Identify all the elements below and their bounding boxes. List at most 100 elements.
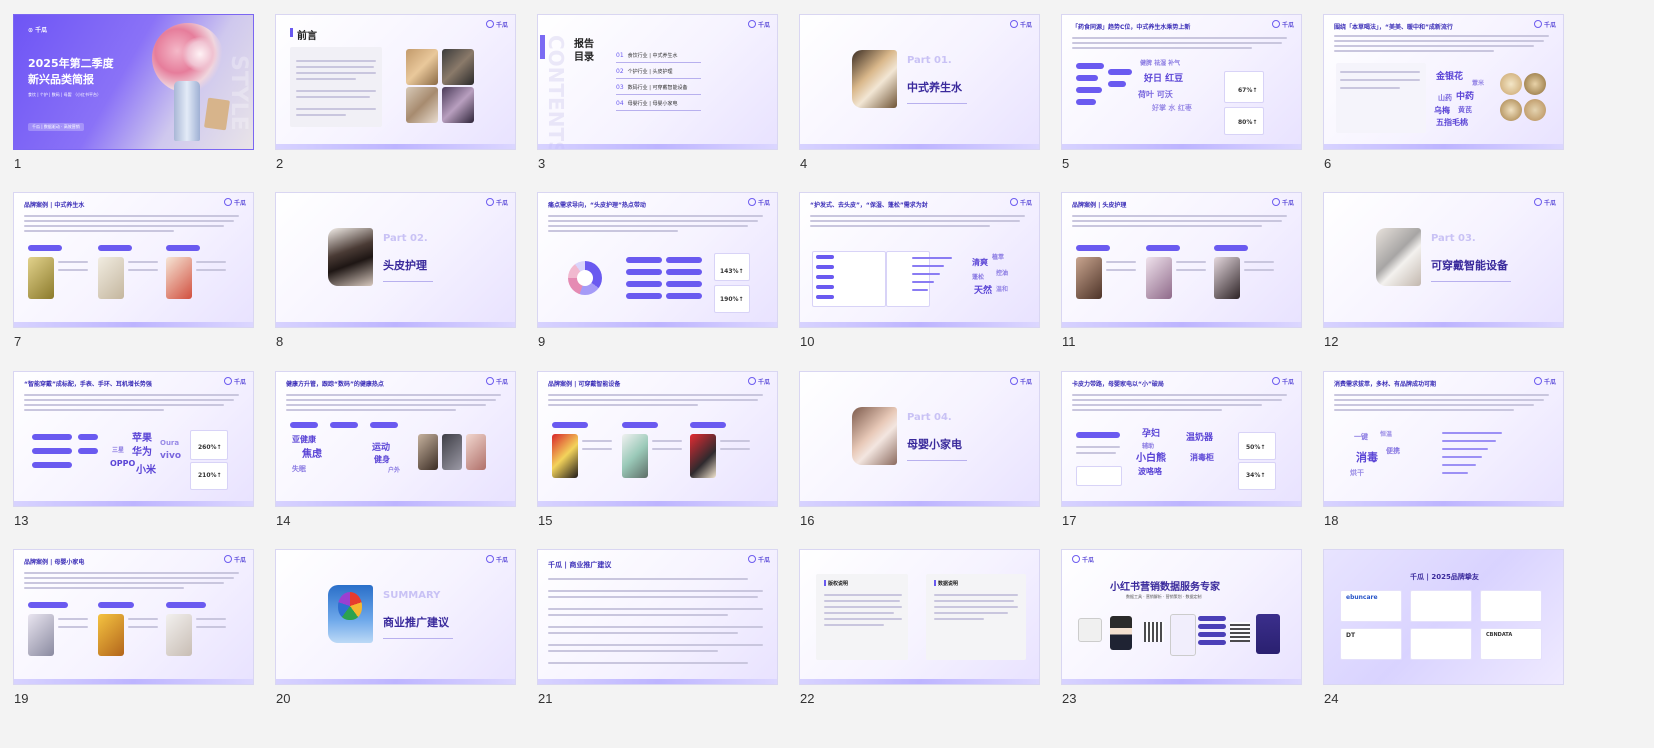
slide-thumb-9[interactable]: 千瓜 痛点需求导向，“头皮护理”热点带动 143%↑ 190%↑ 9	[537, 192, 778, 362]
slide-number: 20	[276, 691, 291, 706]
slide-thumb-21[interactable]: 千瓜 千瓜 | 商业推广建议 21	[537, 549, 778, 719]
part-title: 可穿戴智能设备	[1431, 259, 1508, 272]
section-image	[852, 407, 897, 465]
slide-thumb-6[interactable]: 千瓜 围绕「本草喝法」，“美美、暖中和”成新流行 金银花 山药 中药 乌梅 黄芪…	[1323, 14, 1564, 184]
word: 辅助	[1142, 443, 1155, 450]
part-number: Part 03.	[1431, 233, 1476, 244]
part-title: 头皮护理	[383, 259, 427, 272]
logo: 千瓜	[1010, 198, 1032, 207]
word: 户外	[388, 467, 401, 474]
word: 消毒	[1356, 451, 1378, 464]
logo: 千瓜	[748, 555, 770, 564]
slide-heading: 品牌案例 | 中式养生水	[24, 202, 85, 209]
word: 烘干	[1350, 469, 1364, 477]
slide-thumb-22[interactable]: 版权说明 数据说明 22	[799, 549, 1040, 719]
slide-number: 22	[800, 691, 815, 706]
section-image	[1376, 228, 1421, 286]
slide-thumb-17[interactable]: 千瓜 卡皮力带路，母婴家电以“小”破局 孕妇 辅助 小白熊 波咯咯 温奶器 消毒…	[1061, 371, 1302, 541]
word: OPPO	[110, 459, 136, 468]
slide-subheading: 数据工具 · 营销解析 · 营销策划 · 数据定制	[1126, 594, 1202, 599]
part-number: SUMMARY	[383, 590, 441, 601]
qr-code-icon	[1144, 622, 1164, 642]
part-title: 商业推广建议	[383, 616, 449, 629]
word: 山药	[1438, 94, 1452, 102]
stat-value: 80%↑	[1238, 119, 1258, 126]
slide-number: 23	[1062, 691, 1077, 706]
logo: 千瓜	[748, 20, 770, 29]
slide-thumb-3[interactable]: 千瓜 CONTENTS 报告 目录 01 食饮行业 | 中式养生水 02 个护行业 …	[537, 14, 778, 184]
slide-thumb-2[interactable]: 千瓜 前言 2	[275, 14, 516, 184]
word: 孕妇	[1142, 429, 1161, 439]
slide-thumb-18[interactable]: 千瓜 消费需求拔萃，多材、有品牌成功可期 一键 恒温 消毒 便携 烘干 18	[1323, 371, 1564, 541]
slide-thumb-23[interactable]: 千瓜 小红书营销数据服务专家 数据工具 · 营销解析 · 营销策划 · 数据定制…	[1061, 549, 1302, 719]
toc-item-1[interactable]: 01 食饮行业 | 中式养生水	[616, 52, 678, 59]
slide-thumbnail-grid: STYLE ⊙ 千瓜 2025年第二季度 新兴品类简报 食饮 | 个护 | 数码…	[13, 14, 1641, 734]
word: 波咯咯	[1138, 467, 1162, 476]
part-title: 母婴小家电	[907, 438, 962, 451]
word: 焦虑	[302, 449, 322, 460]
toc-item-3[interactable]: 03 数码行业 | 可穿戴智能设备	[616, 84, 688, 91]
slide-thumb-8[interactable]: 千瓜 Part 02. 头皮护理 8	[275, 192, 516, 362]
toc-heading-line2: 目录	[574, 52, 594, 63]
slide-number: 5	[1062, 156, 1070, 171]
slide-number: 1	[14, 156, 22, 171]
stat-value: 143%↑	[720, 268, 744, 275]
word: 天然	[974, 286, 993, 296]
slide-heading: 品牌案例 | 可穿戴智能设备	[548, 381, 621, 388]
slide-number: 4	[800, 156, 808, 171]
word: 苹果	[132, 433, 152, 444]
toc-item-2[interactable]: 02 个护行业 | 头皮护理	[616, 68, 673, 75]
word: 黄芪	[1458, 106, 1472, 114]
slide-thumb-16[interactable]: 千瓜 Part 04. 母婴小家电 16	[799, 371, 1040, 541]
slide-thumb-5[interactable]: 千瓜 「药食同源」趋势C位，中式养生水乘势上新 健脾 祛湿 补气 好日 红豆 荷…	[1061, 14, 1302, 184]
slide-thumb-4[interactable]: 千瓜 Part 01. 中式养生水 4	[799, 14, 1040, 184]
collage-image	[406, 87, 438, 123]
word: 清爽	[972, 258, 988, 267]
slide-number: 8	[276, 334, 284, 349]
word: 一键	[1354, 433, 1368, 441]
word: 恒温	[1380, 431, 1393, 438]
qr-code-icon	[1230, 622, 1250, 642]
word: 薏米	[1472, 80, 1485, 87]
word: 中药	[1456, 92, 1475, 102]
copyright-heading: 版权说明	[828, 581, 849, 587]
word: 华为	[132, 447, 152, 458]
word: 亚健康	[292, 435, 316, 444]
slide-thumb-10[interactable]: 千瓜 “护发式、去头皮”，“保湿、蓬松”需求为封 清爽 植萃 控油 蓬松 天然 …	[799, 192, 1040, 362]
slide-thumb-20[interactable]: 千瓜 SUMMARY 商业推广建议 20	[275, 549, 516, 719]
slide-thumb-7[interactable]: 千瓜 品牌案例 | 中式养生水 7	[13, 192, 254, 362]
logo: 千瓜	[1272, 377, 1294, 386]
collage-image	[442, 49, 474, 85]
toc-item-4[interactable]: 04 母婴行业 | 母婴小家电	[616, 100, 678, 107]
slide-heading: 卡皮力带路，母婴家电以“小”破局	[1072, 381, 1164, 388]
slide-thumb-11[interactable]: 千瓜 品牌案例 | 头皮护理 11	[1061, 192, 1302, 362]
slide-thumb-24[interactable]: 千瓜 | 2025品牌挚友 ebuncare DT CBNDATA 24	[1323, 549, 1564, 719]
word: 五指毛桃	[1436, 118, 1468, 127]
stat-value: 34%↑	[1246, 472, 1266, 479]
logo: 千瓜	[486, 20, 508, 29]
slide-thumb-13[interactable]: 千瓜 “智能穿戴”成标配，手表、手环、耳机增长势强 苹果 华为 OPPO 小米 …	[13, 371, 254, 541]
collage-image	[442, 87, 474, 123]
slide-thumb-19[interactable]: 千瓜 品牌案例 | 母婴小家电 19	[13, 549, 254, 719]
brand-logo: ebuncare	[1346, 594, 1378, 601]
cover-side-text: STYLE	[226, 55, 251, 131]
brand-logo: DT	[1346, 632, 1356, 639]
slide-thumb-1[interactable]: STYLE ⊙ 千瓜 2025年第二季度 新兴品类简报 食饮 | 个护 | 数码…	[13, 14, 254, 184]
slide-thumb-12[interactable]: 千瓜 Part 03. 可穿戴智能设备 12	[1323, 192, 1564, 362]
part-title: 中式养生水	[907, 81, 962, 94]
logo: 千瓜	[486, 377, 508, 386]
slide-number: 13	[14, 513, 29, 528]
slide-heading: 品牌案例 | 母婴小家电	[24, 559, 85, 566]
logo: 千瓜	[35, 27, 48, 34]
word: 控油	[996, 270, 1009, 277]
slide-thumb-14[interactable]: 千瓜 健康方升管，跟踪“数码”的健康热点 亚健康 焦虑 运动 健身 失眠 户外 …	[275, 371, 516, 541]
logo-icon: ⊙	[28, 27, 34, 34]
slide-number: 7	[14, 334, 22, 349]
part-number: Part 01.	[907, 55, 952, 66]
word: 植萃	[992, 254, 1005, 261]
slide-number: 24	[1324, 691, 1339, 706]
slide-heading: 千瓜 | 商业推广建议	[548, 561, 612, 569]
slide-heading: 健康方升管，跟踪“数码”的健康热点	[286, 381, 384, 388]
word: vivo	[160, 451, 182, 461]
slide-thumb-15[interactable]: 千瓜 品牌案例 | 可穿戴智能设备 15	[537, 371, 778, 541]
